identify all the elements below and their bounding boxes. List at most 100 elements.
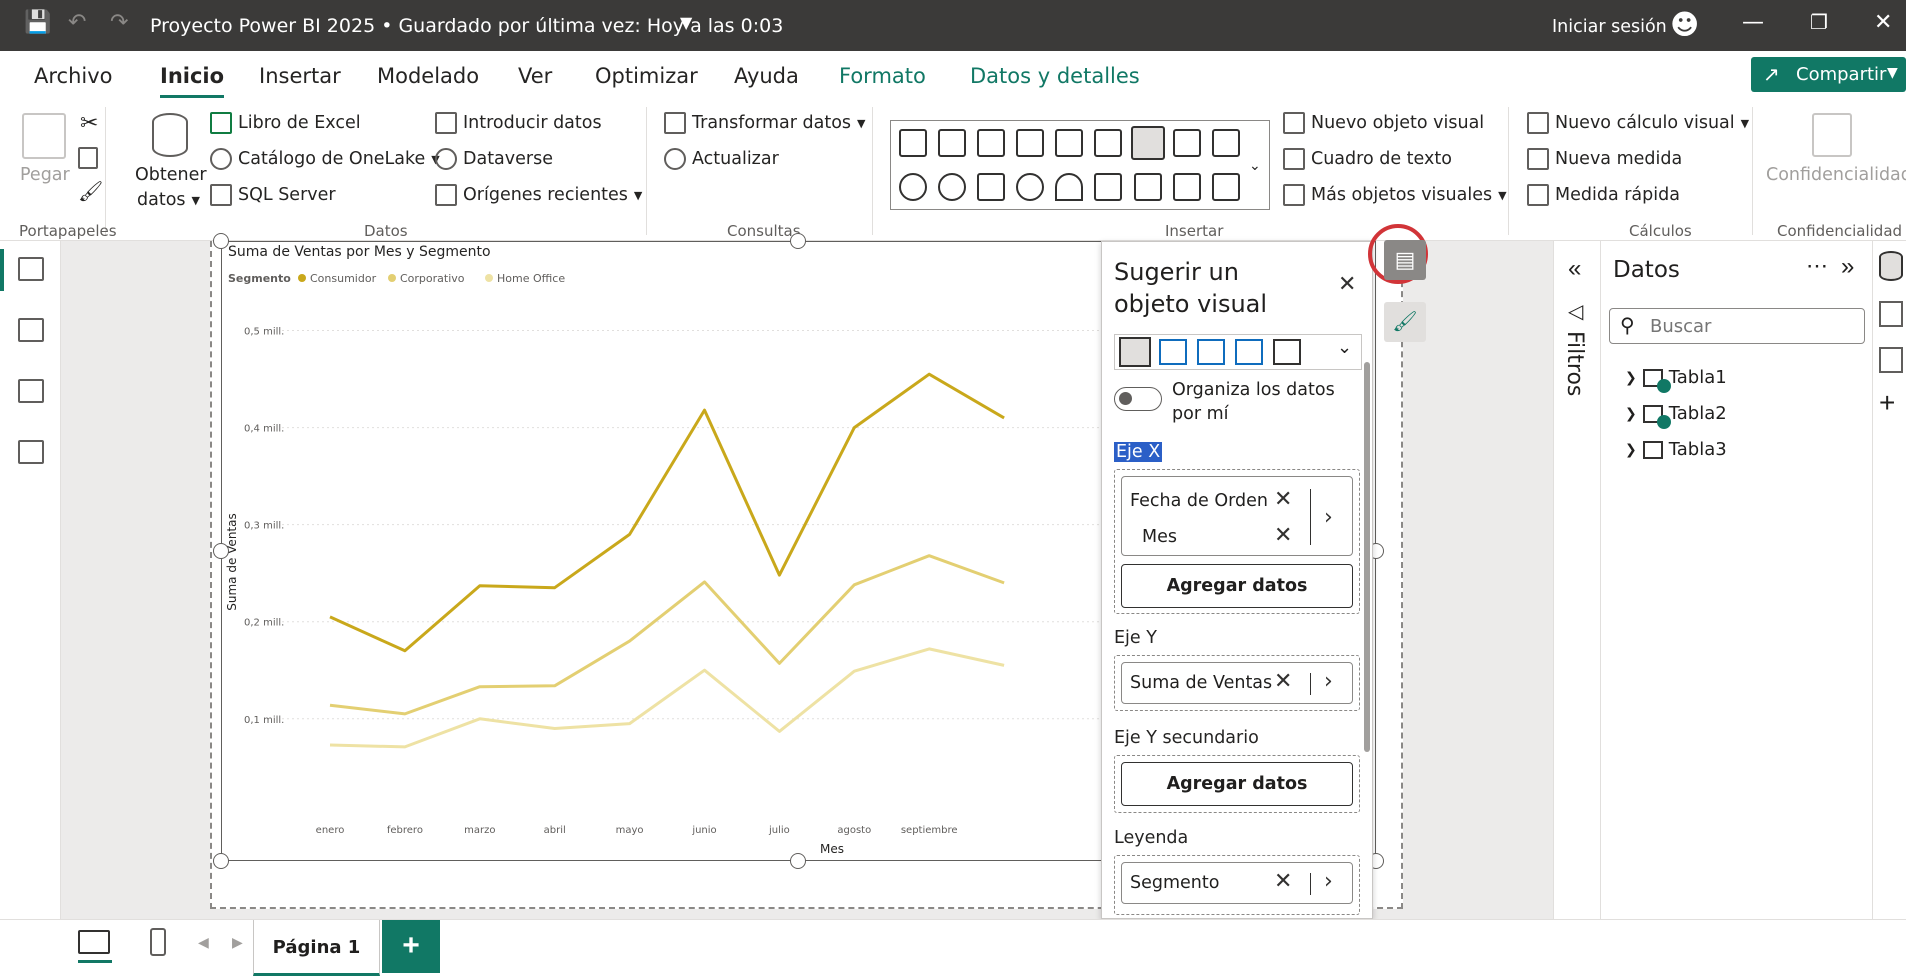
remove-field-icon[interactable]: ✕: [1274, 487, 1292, 512]
more-options-icon[interactable]: ⋯: [1806, 253, 1828, 279]
card-icon[interactable]: [1094, 173, 1122, 201]
prev-page-icon[interactable]: ◀: [198, 934, 209, 951]
menu-formato[interactable]: Formato: [839, 64, 926, 88]
copy-icon[interactable]: [78, 147, 98, 169]
remove-field-icon[interactable]: ✕: [1274, 669, 1292, 694]
menu-ver[interactable]: Ver: [518, 64, 552, 88]
title-dropdown-icon[interactable]: ▼: [680, 13, 692, 32]
report-view-icon[interactable]: [18, 257, 44, 281]
tree-item-tabla3[interactable]: ❯ Tabla3: [1625, 439, 1727, 460]
get-data-label-2[interactable]: datos ▼: [137, 190, 200, 210]
pane-scrollbar[interactable]: [1364, 362, 1370, 752]
funnel-icon[interactable]: [1212, 129, 1240, 157]
legend-field[interactable]: Segmento ✕ ›: [1121, 862, 1353, 904]
search-input[interactable]: [1650, 314, 1850, 338]
resize-handle-tl[interactable]: [213, 233, 229, 249]
resize-handle-bottom[interactable]: [790, 853, 806, 869]
add-page-button[interactable]: +: [382, 920, 440, 973]
suggest-visual-button[interactable]: ▤: [1384, 240, 1426, 280]
clustered-bar-icon[interactable]: [977, 129, 1005, 157]
tab-pagina-1[interactable]: Página 1: [253, 920, 380, 976]
x-axis-field[interactable]: Fecha de Orden Mes ✕ ✕ ›: [1121, 476, 1353, 556]
account-icon[interactable]: ☻: [1670, 8, 1699, 41]
map-icon[interactable]: [1016, 173, 1044, 201]
menu-insertar[interactable]: Insertar: [259, 64, 341, 88]
share-button[interactable]: ↗ Compartir ▼: [1751, 57, 1906, 92]
format-visual-button[interactable]: 🖌: [1384, 302, 1426, 342]
menu-datos-detalles[interactable]: Datos y detalles: [970, 64, 1140, 88]
menu-optimizar[interactable]: Optimizar: [595, 64, 698, 88]
resize-handle-bl[interactable]: [213, 853, 229, 869]
stacked-area-icon[interactable]: [1197, 339, 1225, 365]
resize-handle-top[interactable]: [790, 233, 806, 249]
add-pane-icon[interactable]: +: [1879, 387, 1895, 419]
table-visual-icon[interactable]: [1173, 173, 1201, 201]
recent-sources-button[interactable]: Orígenes recientes ▼: [435, 184, 642, 206]
tree-item-tabla1[interactable]: ❯ Tabla1: [1625, 367, 1727, 388]
sensitivity-button[interactable]: Confidencialidad: [1766, 165, 1906, 185]
new-calc-button[interactable]: Nuevo cálculo visual ▼: [1527, 112, 1749, 134]
new-measure-button[interactable]: Nueva medida: [1527, 148, 1682, 170]
desktop-layout-icon[interactable]: [78, 930, 110, 954]
format-painter-icon[interactable]: 🖌: [78, 179, 103, 203]
add-data-button[interactable]: Agregar datos: [1121, 762, 1353, 806]
visualizations-icon[interactable]: [1879, 301, 1903, 327]
expand-filters-icon[interactable]: «: [1568, 255, 1581, 283]
data-pane-icon[interactable]: [1879, 251, 1903, 281]
table-view-icon[interactable]: [18, 318, 44, 342]
clustered-column-icon[interactable]: [1016, 129, 1044, 157]
gauge-icon[interactable]: [1055, 173, 1083, 201]
save-icon[interactable]: 💾: [24, 10, 51, 35]
restore-icon[interactable]: ❐: [1810, 10, 1828, 34]
dataverse-button[interactable]: Dataverse: [435, 148, 553, 170]
line-stacked-column-icon[interactable]: [1094, 129, 1122, 157]
treemap-icon[interactable]: [977, 173, 1005, 201]
redo-icon[interactable]: ↷: [110, 10, 128, 35]
undo-icon[interactable]: ↶: [68, 10, 86, 35]
remove-field-icon[interactable]: ✕: [1274, 869, 1292, 894]
area-chart-icon[interactable]: [1159, 339, 1187, 365]
mobile-layout-icon[interactable]: [150, 928, 166, 956]
stacked-column-icon[interactable]: [938, 129, 966, 157]
chevron-right-icon[interactable]: ›: [1324, 669, 1333, 694]
model-view-icon[interactable]: [18, 379, 44, 403]
chevron-right-icon[interactable]: ›: [1324, 869, 1333, 894]
close-window-icon[interactable]: ✕: [1874, 10, 1892, 35]
more-visuals-button[interactable]: Más objetos visuales ▼: [1283, 184, 1507, 206]
y-axis-field[interactable]: Suma de Ventas ✕ ›: [1121, 662, 1353, 704]
chevron-right-icon[interactable]: ›: [1324, 505, 1333, 530]
area-chart-icon[interactable]: [1173, 129, 1201, 157]
onelake-button[interactable]: Catálogo de OneLake ▼: [210, 148, 440, 170]
line-chart-icon[interactable]: [1119, 337, 1151, 367]
menu-ayuda[interactable]: Ayuda: [734, 64, 799, 88]
donut-chart-icon[interactable]: [938, 173, 966, 201]
filters-pane-collapsed[interactable]: « ◁ Filtros: [1553, 241, 1600, 919]
add-data-button[interactable]: Agregar datos: [1121, 564, 1353, 608]
enter-data-button[interactable]: Introducir datos: [435, 112, 602, 134]
new-visual-button[interactable]: Nuevo objeto visual: [1283, 112, 1484, 134]
remove-field-icon[interactable]: ✕: [1274, 523, 1292, 548]
gallery-expand-icon[interactable]: ⌄: [1249, 157, 1261, 174]
format-pane-icon[interactable]: [1879, 347, 1903, 373]
cut-icon[interactable]: ✂: [80, 111, 98, 136]
excel-button[interactable]: Libro de Excel: [210, 112, 361, 134]
stacked-bar-icon[interactable]: [899, 129, 927, 157]
sql-server-button[interactable]: SQL Server: [210, 184, 336, 206]
line-chart-icon[interactable]: [1131, 126, 1165, 160]
matrix-icon[interactable]: [1212, 173, 1240, 201]
matrix-icon[interactable]: [1273, 339, 1301, 365]
refresh-button[interactable]: Actualizar: [664, 148, 779, 170]
multi-row-card-icon[interactable]: [1134, 173, 1162, 201]
pie-chart-icon[interactable]: [899, 173, 927, 201]
next-page-icon[interactable]: ▶: [232, 934, 243, 951]
organize-toggle[interactable]: [1114, 387, 1162, 411]
textbox-button[interactable]: Cuadro de texto: [1283, 148, 1452, 170]
line-column-icon[interactable]: [1055, 129, 1083, 157]
dax-view-icon[interactable]: [18, 440, 44, 464]
resize-handle-left[interactable]: [213, 543, 229, 559]
menu-inicio[interactable]: Inicio: [160, 64, 225, 98]
minimize-icon[interactable]: —: [1742, 10, 1764, 35]
tree-item-tabla2[interactable]: ❯ Tabla2: [1625, 403, 1727, 424]
get-data-label-1[interactable]: Obtener: [135, 165, 207, 185]
paste-button[interactable]: Pegar: [20, 165, 70, 185]
